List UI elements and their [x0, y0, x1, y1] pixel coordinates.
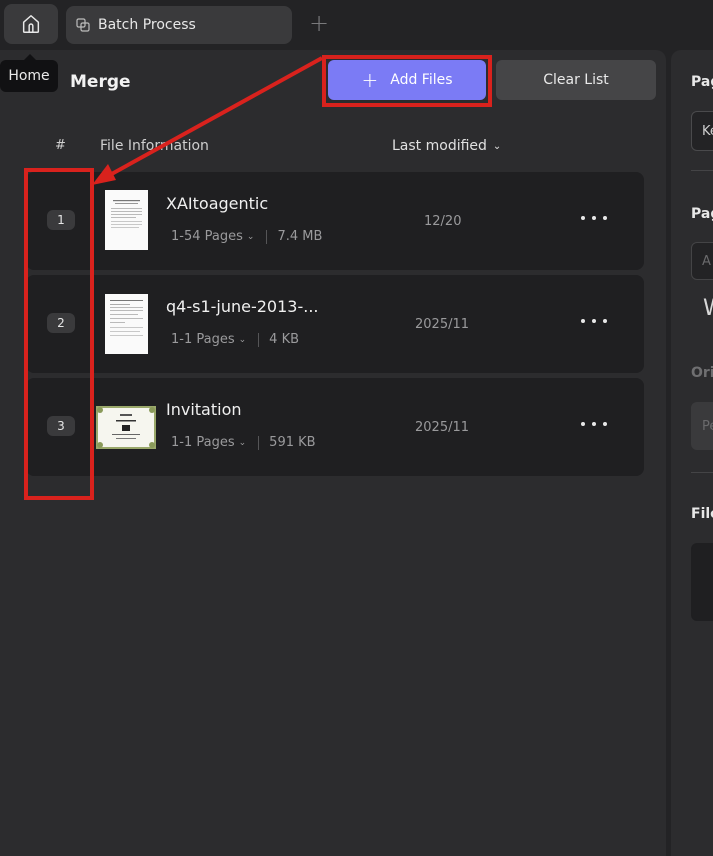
- chevron-down-icon: ⌄: [238, 437, 247, 448]
- file-modified-date: 12/20: [424, 214, 462, 229]
- file-size: 591 KB: [269, 435, 316, 450]
- new-tab-plus-icon[interactable]: +: [308, 11, 330, 35]
- file-modified-date: 2025/11: [415, 317, 470, 332]
- settings-field-4[interactable]: [691, 543, 713, 621]
- column-header-file-info: File Information: [100, 138, 209, 154]
- tab-batch-process[interactable]: Batch Process: [66, 6, 292, 44]
- settings-preview-letter: W: [703, 296, 713, 321]
- page-range-dropdown[interactable]: 1-54 Pages: [171, 229, 243, 244]
- table-row[interactable]: 2 q4-s1-june-2013-... 1-1 Pages ⌄ 4 KB 2…: [26, 275, 644, 373]
- file-size: 4 KB: [269, 332, 300, 347]
- page-range-dropdown[interactable]: 1-1 Pages: [171, 435, 235, 450]
- tab-bar: Batch Process +: [0, 0, 713, 50]
- more-options-icon[interactable]: [581, 208, 607, 228]
- settings-field-1[interactable]: Ke: [691, 111, 713, 151]
- file-name: XAItoagentic: [166, 194, 269, 213]
- chevron-down-icon: ⌄: [246, 231, 255, 242]
- more-options-icon[interactable]: [581, 311, 607, 331]
- file-meta: 1-1 Pages ⌄ 591 KB: [171, 435, 316, 450]
- divider: [691, 472, 713, 473]
- batch-copy-icon: [76, 18, 90, 32]
- divider: [691, 170, 713, 171]
- annotation-highlight-index-column: [24, 168, 94, 500]
- page-range-dropdown[interactable]: 1-1 Pages: [171, 332, 235, 347]
- home-tooltip: Home: [0, 54, 58, 92]
- file-meta: 1-54 Pages ⌄ 7.4 MB: [171, 229, 322, 244]
- chevron-down-icon: ⌄: [492, 140, 502, 152]
- settings-label-orientation: Ori: [691, 365, 713, 381]
- home-icon: [22, 15, 40, 33]
- last-modified-label: Last modified: [392, 138, 487, 154]
- file-meta: 1-1 Pages ⌄ 4 KB: [171, 332, 299, 347]
- file-name: Invitation: [166, 400, 242, 419]
- page-title: Merge: [70, 72, 131, 92]
- settings-field-3[interactable]: Pe: [691, 402, 713, 450]
- file-thumbnail: [105, 190, 148, 250]
- clear-list-button[interactable]: Clear List: [496, 60, 656, 100]
- column-header-index: #: [55, 138, 66, 153]
- merge-panel: Merge + Add Files Clear List # File Info…: [0, 50, 666, 856]
- settings-label-page: Pag: [691, 74, 713, 90]
- file-modified-date: 2025/11: [415, 420, 470, 435]
- table-row[interactable]: 1 XAItoagentic 1-54 Pages ⌄ 7.4 MB 12/20: [26, 172, 644, 270]
- annotation-highlight-add-files: [322, 55, 492, 107]
- file-thumbnail: [105, 294, 148, 354]
- more-options-icon[interactable]: [581, 414, 607, 434]
- chevron-down-icon: ⌄: [238, 334, 247, 345]
- divider: [266, 229, 268, 244]
- settings-label-page-2: Pag: [691, 206, 713, 222]
- file-thumbnail: [96, 406, 156, 449]
- settings-panel: Pag Ke Pag A W Ori Pe File: [671, 50, 713, 856]
- divider: [258, 435, 260, 450]
- table-row[interactable]: 3 Invitation 1-1 Pages ⌄ 591 KB 2025/11: [26, 378, 644, 476]
- divider: [258, 332, 260, 347]
- settings-field-2[interactable]: A: [691, 242, 713, 280]
- column-header-last-modified[interactable]: Last modified ⌄: [392, 138, 501, 154]
- home-button[interactable]: [4, 4, 58, 44]
- file-name: q4-s1-june-2013-...: [166, 297, 319, 316]
- file-size: 7.4 MB: [277, 229, 323, 244]
- tab-label: Batch Process: [98, 17, 196, 33]
- settings-label-file: File: [691, 506, 713, 522]
